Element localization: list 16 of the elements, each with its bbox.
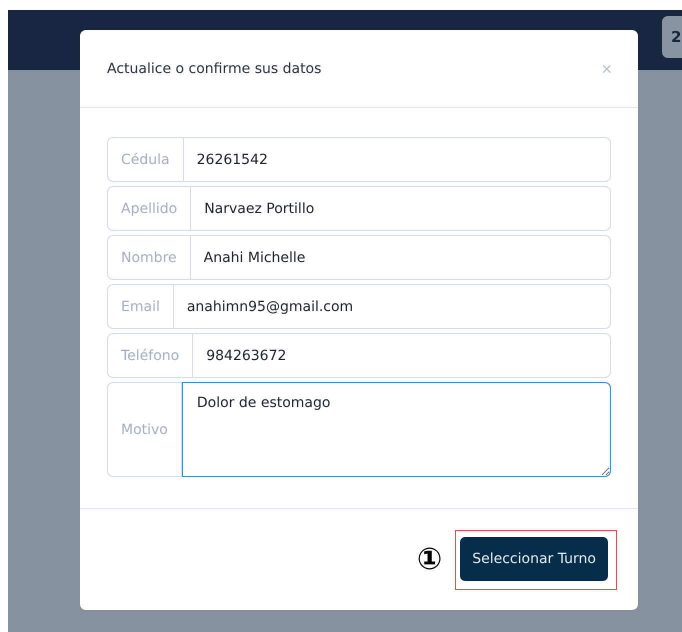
input-field[interactable]: 984263672 [193,333,611,378]
input-field[interactable]: anahimn95@gmail.com [174,284,611,329]
top-button[interactable]: 2 [662,16,682,58]
field-label: Motivo [107,382,182,477]
field-label: Nombre [107,235,191,280]
input-field[interactable]: Narvaez Portillo [191,186,611,231]
field-label: Apellido [107,186,192,231]
step-number: ① [416,544,442,574]
input-field[interactable]: Anahi Michelle [190,235,611,280]
input-field[interactable]: 26261542 [184,137,611,182]
field-label: Email [107,284,174,329]
modal-title: Actualice o confirme sus datos [107,60,322,76]
select-button[interactable]: Seleccionar Turno [460,536,608,580]
field-label: Teléfono [107,333,194,378]
field-label: Cédula [107,137,184,182]
text-area[interactable]: Dolor de estomago [182,382,611,477]
